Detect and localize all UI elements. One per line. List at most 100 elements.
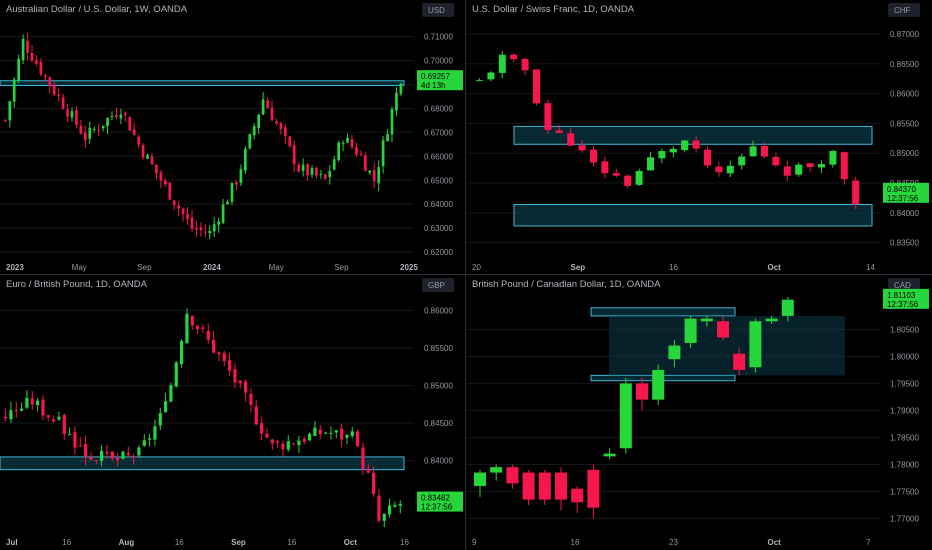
candle-body [57,416,61,420]
candle-body [652,369,665,400]
chart-title: U.S. Dollar / Swiss Franc, 1D, OANDA [472,4,635,15]
pane-divider-horizontal[interactable] [0,274,932,275]
candle-body [78,445,82,447]
candle-body [84,443,88,458]
price-tick-label: 1.79000 [890,406,919,415]
candle-body [185,313,189,344]
time-tick-label: 16 [571,538,580,547]
candle-body [350,139,354,148]
candle-body [146,154,149,159]
price-tick-label: 1.77000 [890,514,919,523]
candle-body [544,103,552,130]
price-tick-label: 0.84000 [424,457,453,466]
candle-body [733,353,746,370]
pane-divider-vertical[interactable] [465,0,466,550]
time-tick-label: May [72,263,87,272]
candle-body [158,413,162,426]
candle-body [100,450,104,461]
candle-body [141,144,145,158]
candle-body [345,435,349,438]
candle-body [567,133,575,146]
candle-body [538,472,551,500]
time-tick-label: 9 [472,538,477,547]
time-tick-label: Sep [571,263,586,272]
price-tick-label: 0.71000 [424,32,453,41]
candle-body [364,155,367,171]
candle-body [704,149,711,166]
chart-svg-eurgbp[interactable]: 0.86000 0.85500 0.85000 0.84500 0.84000 GBP 0.… [0,275,466,550]
time-tick-label: 2025 [400,263,418,272]
candle-body [368,170,372,173]
chart-pane-gbpcad[interactable]: 1.80500 1.80000 1.79500 1.79000 1.78500 1.780… [466,275,932,550]
candle-body [116,457,120,461]
price-tick-label: 0.85000 [424,382,453,391]
candle-body [36,400,40,406]
price-tick-label: 0.86000 [424,307,453,316]
candle-body [260,423,264,434]
zone-rect [513,204,873,227]
candle-body [601,161,609,174]
candle-body [186,214,189,220]
candle-body [715,166,723,173]
candle-body [302,438,306,442]
candle-body [159,172,163,181]
price-axis-bg [880,0,932,275]
candle-body [398,503,402,506]
candle-body [73,432,77,448]
candle-body [393,504,397,507]
candle-body [658,151,666,159]
price-tick-label: 1.78500 [890,433,919,442]
candle-body [284,127,287,137]
candle-body [474,472,486,487]
candle-body [286,441,290,450]
price-tick-label: 0.67000 [424,128,453,137]
candle-body [476,80,483,82]
candle-body [399,83,403,94]
candle-body [52,419,56,422]
candle-body [89,457,93,460]
candle-body [128,117,132,131]
candle-body [101,125,105,129]
time-tick-label: 16 [287,538,296,547]
time-tick-label: Sep [137,263,152,272]
chart-svg-gbpcad[interactable]: 1.80500 1.80000 1.79500 1.79000 1.78500 1.780… [466,275,932,550]
zone-rect [0,80,405,87]
chart-svg-usdchf[interactable]: 0.870000.865000.860000.855000.850000.845… [466,0,932,275]
candle-body [381,140,385,167]
chart-pane-audusd[interactable]: 0.710000.700000.690000.680000.670000.660… [0,0,466,275]
candle-body [635,171,643,185]
candle-body [137,447,141,456]
candle-body [244,381,248,393]
candle-body [84,132,87,141]
candle-body [9,410,13,420]
candle-body [94,460,98,462]
candle-body [359,154,363,156]
candle-body [8,101,12,121]
candle-body [88,127,92,139]
last-price-value: 0.83482 [421,494,450,503]
currency-badge-label: CHF [894,6,911,15]
candle-body [212,339,216,353]
chart-svg-audusd[interactable]: 0.710000.700000.690000.680000.670000.660… [0,0,466,275]
candle-body [386,133,389,142]
candle-body [226,201,229,205]
candle-body [510,54,518,60]
candle-body [238,380,242,384]
candle-body [603,453,616,457]
time-tick-label: Aug [119,538,135,547]
candle-body [297,164,300,172]
chart-pane-eurgbp[interactable]: 0.86000 0.85500 0.85000 0.84500 0.84000 GBP 0.… [0,275,466,550]
candle-body [126,452,130,455]
time-tick-label: Oct [768,263,782,272]
candle-body [276,441,280,443]
candle-body [235,182,238,185]
candle-body [555,472,567,500]
time-tick-label: 20 [472,263,481,272]
candle-body [700,318,713,322]
chart-pane-usdchf[interactable]: 0.870000.865000.860000.855000.850000.845… [466,0,932,275]
candle-body [668,345,681,360]
candle-body [578,145,586,151]
candle-body [270,107,274,121]
candle-body [366,468,370,473]
candle-body [382,513,386,521]
